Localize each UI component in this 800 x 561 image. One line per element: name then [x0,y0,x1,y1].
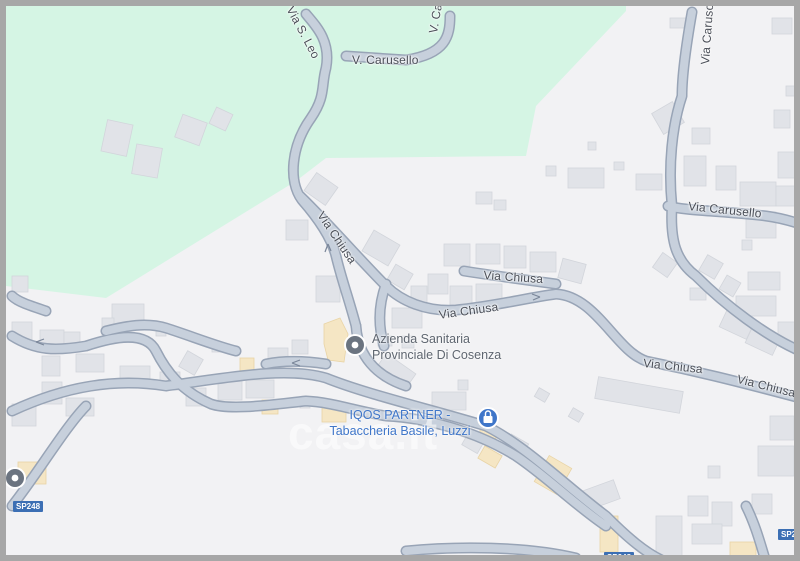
road-label-v-carusello: V. Carusello [352,53,419,67]
route-shield-bottom: SP248 [604,552,635,555]
poi-label-line2: Provinciale Di Cosenza [372,348,502,362]
map-canvas[interactable] [6,6,800,561]
shop-label-line2: Tabaccheria Basile, Luzzi [329,424,471,438]
map-frame[interactable]: casa.it V. Carusello V. Carusello Via S.… [0,0,800,561]
poi-label-hospital[interactable]: Azienda Sanitaria Provinciale Di Cosenza [372,331,501,363]
map-pin-icon[interactable] [6,467,26,489]
map-pin-icon[interactable] [344,334,366,356]
route-shield-left: SP248 [13,501,44,512]
shopping-bag-icon[interactable] [477,407,499,429]
poi-label-shop[interactable]: IQOS PARTNER - Tabaccheria Basile, Luzzi [328,407,472,439]
route-shield-right: SP248 [778,529,794,540]
shop-label-line1: IQOS PARTNER - [349,408,451,422]
poi-label-line1: Azienda Sanitaria [372,332,470,346]
